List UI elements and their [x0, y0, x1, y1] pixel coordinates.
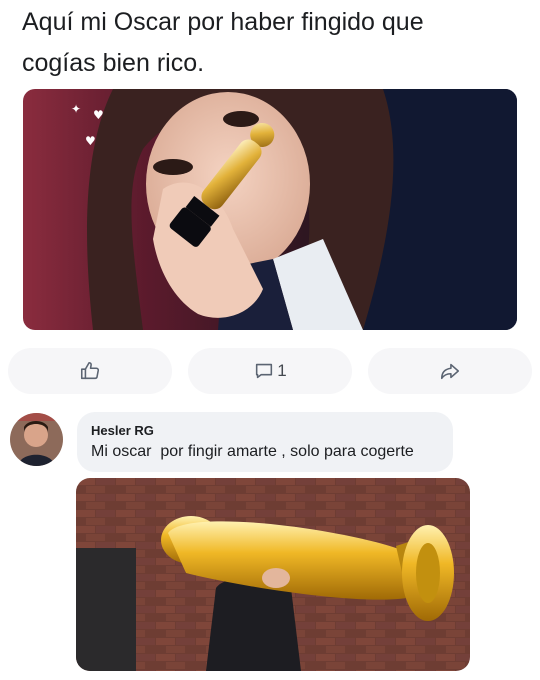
svg-text:♥: ♥	[85, 134, 96, 148]
comment-bubble: Hesler RG Mi oscar por fingir amarte , s…	[77, 412, 453, 472]
share-arrow-icon	[439, 360, 461, 382]
comment-photo-image	[76, 478, 470, 671]
comment-photo[interactable]	[76, 478, 470, 671]
comment-icon	[253, 360, 275, 382]
comment-author[interactable]: Hesler RG	[91, 423, 439, 439]
post-photo-image: ✦ ♥ ♥	[23, 89, 517, 330]
post-text: Aquí mi Oscar por haber fingido que cogí…	[22, 2, 522, 84]
like-button[interactable]	[8, 348, 172, 394]
avatar[interactable]	[10, 413, 63, 466]
thumbs-up-icon	[79, 360, 101, 382]
svg-text:✦: ✦	[71, 102, 81, 116]
comment-button[interactable]: 1	[188, 348, 352, 394]
post-text-line-1: Aquí mi Oscar por haber fingido que	[22, 8, 424, 36]
post-actions-bar: 1	[0, 348, 540, 394]
svg-text:♥: ♥	[93, 108, 104, 122]
avatar-image	[10, 413, 63, 466]
share-button[interactable]	[368, 348, 532, 394]
comment-text: Mi oscar por fingir amarte , solo para c…	[91, 443, 414, 460]
comment-count: 1	[277, 361, 287, 380]
post-photo[interactable]: ✦ ♥ ♥	[23, 89, 517, 330]
post-text-line-2: cogías bien rico.	[22, 49, 205, 77]
